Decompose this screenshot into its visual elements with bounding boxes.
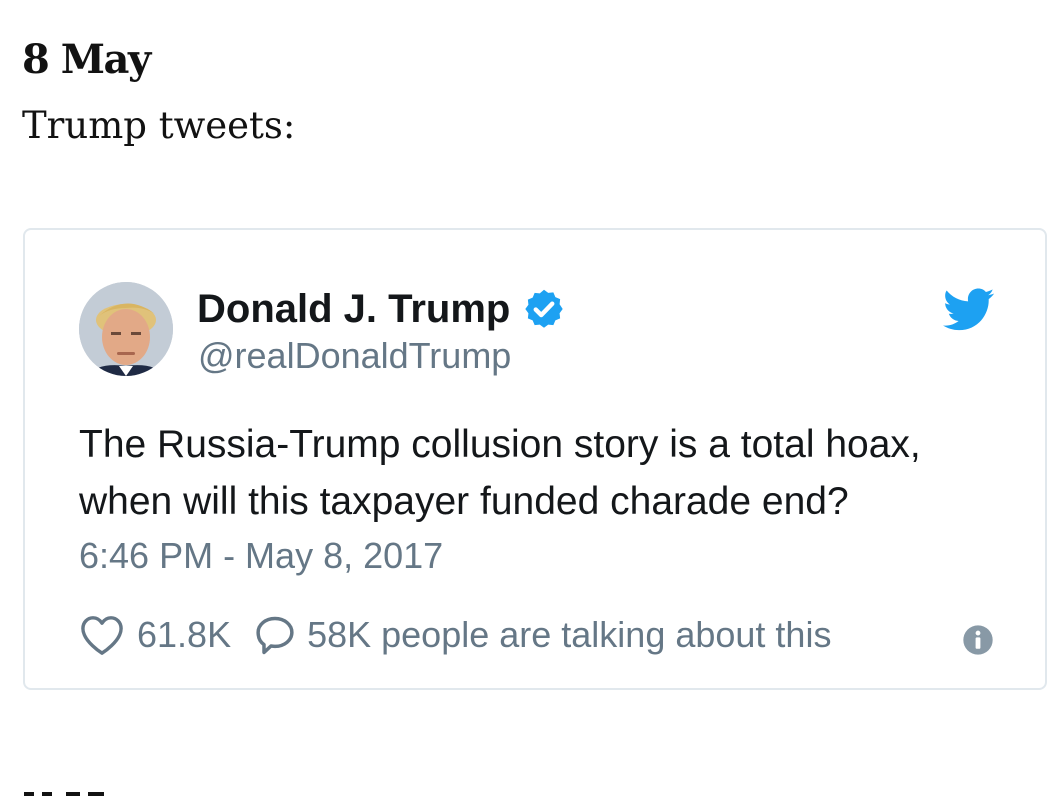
speech-bubble-icon <box>256 616 294 655</box>
heart-icon <box>81 616 123 655</box>
next-entry-heading-peek <box>22 780 112 796</box>
tweet-text: The Russia-Trump collusion story is a to… <box>79 423 921 523</box>
tweet-timestamp[interactable]: 6:46 PM - May 8, 2017 <box>79 534 443 578</box>
tweet-actions: 61.8K 58K people are talking about this <box>79 610 831 660</box>
like-count: 61.8K <box>137 614 232 655</box>
tweet-author-handle[interactable]: @realDonaldTrump <box>198 334 511 378</box>
twitter-bird-icon[interactable] <box>943 288 995 332</box>
like-button[interactable]: 61.8K <box>79 614 231 656</box>
avatar[interactable] <box>79 282 173 376</box>
talking-count-text: 58K people are talking about this <box>307 614 832 655</box>
avatar-portrait <box>79 282 173 376</box>
entry-date-heading: 8 May <box>22 36 151 83</box>
verified-badge-icon <box>525 289 564 328</box>
talking-link[interactable]: 58K people are talking about this <box>231 613 831 657</box>
embedded-tweet-card[interactable]: Donald J. Trump @realDonaldTrump The Rus… <box>23 228 1047 690</box>
entry-intro-text: Trump tweets: <box>22 104 296 147</box>
tweet-author-name-text: Donald J. Trump <box>197 287 511 331</box>
info-icon[interactable] <box>962 624 994 656</box>
tweet-author-name[interactable]: Donald J. Trump <box>197 284 566 334</box>
